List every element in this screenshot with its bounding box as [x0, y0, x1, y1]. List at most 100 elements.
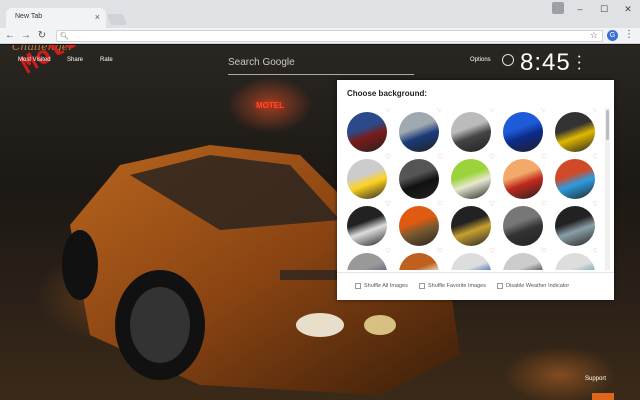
thumbnail-image[interactable]	[555, 206, 595, 246]
background-thumbnail[interactable]: ♡	[345, 153, 391, 201]
background-thumbnail[interactable]: ♡	[553, 247, 597, 270]
background-thumbnail[interactable]: ♡	[553, 200, 597, 248]
favorite-heart-icon[interactable]: ♡	[489, 247, 495, 255]
favorite-heart-icon[interactable]: ♡	[489, 200, 495, 208]
background-thumbnail[interactable]: ♡	[449, 153, 495, 201]
address-bar[interactable]: 🔍︎ ☆	[56, 30, 603, 42]
favorite-heart-icon[interactable]: ♡	[541, 108, 547, 114]
thumbnail-image[interactable]	[347, 159, 387, 199]
favorite-heart-icon[interactable]: ♡	[541, 247, 547, 255]
background-thumbnail[interactable]: ♡	[397, 108, 443, 154]
background-thumbnail[interactable]: ♡	[501, 247, 547, 270]
panel-title: Choose background:	[347, 89, 428, 98]
favorite-heart-icon[interactable]: ♡	[437, 153, 443, 161]
thumbnail-image[interactable]	[451, 159, 491, 199]
background-thumbnail[interactable]: ♡	[345, 247, 391, 270]
support-badge[interactable]	[592, 393, 614, 400]
thumbnail-image[interactable]	[451, 253, 491, 270]
motel-sign: MOTEL	[256, 101, 284, 110]
bookmark-star-icon[interactable]: ☆	[590, 30, 598, 41]
thumbnail-image[interactable]	[503, 112, 543, 152]
thumbnail-image[interactable]	[503, 206, 543, 246]
favorite-heart-icon[interactable]: ♡	[489, 108, 495, 114]
thumbnail-image[interactable]	[399, 159, 439, 199]
tab-close-icon[interactable]: ×	[95, 12, 100, 22]
favorite-heart-icon[interactable]: ♡	[385, 200, 391, 208]
browser-menu-icon[interactable]: ⋮	[624, 29, 634, 40]
browser-tab[interactable]: New Tab ×	[6, 8, 106, 28]
forward-arrow-icon[interactable]: →	[20, 29, 32, 42]
thumbnail-image[interactable]	[399, 112, 439, 152]
search-input[interactable]: Search Google	[228, 55, 414, 75]
clock-time: 8:45	[520, 49, 571, 76]
share-link[interactable]: Share	[67, 57, 83, 63]
options-link[interactable]: Options	[470, 57, 491, 63]
shuffle-favorite-checkbox[interactable]: Shuffle Favorite Images	[419, 283, 486, 289]
new-tab-button[interactable]	[106, 14, 128, 25]
thumbnail-image[interactable]	[347, 206, 387, 246]
back-arrow-icon[interactable]: ←	[4, 29, 16, 42]
disable-weather-checkbox[interactable]: Disable Weather Indicator	[497, 283, 569, 289]
favorite-heart-icon[interactable]: ♡	[437, 108, 443, 114]
user-profile-icon[interactable]	[552, 2, 564, 14]
thumbnail-image[interactable]	[555, 112, 595, 152]
most-visited-link[interactable]: Most Visited	[18, 57, 51, 63]
favorite-heart-icon[interactable]: ♡	[541, 153, 547, 161]
favorite-heart-icon[interactable]: ♡	[593, 153, 597, 161]
background-thumbnail[interactable]: ♡	[345, 200, 391, 248]
favorite-heart-icon[interactable]: ♡	[385, 247, 391, 255]
background-thumbnail[interactable]: ♡	[501, 200, 547, 248]
background-thumbnail[interactable]: ♡	[449, 247, 495, 270]
close-window-button[interactable]: ✕	[616, 0, 640, 18]
background-thumbnail[interactable]: ♡	[397, 200, 443, 248]
background-thumbnail[interactable]: ♡	[553, 153, 597, 201]
panel-footer: Shuffle All Images Shuffle Favorite Imag…	[337, 272, 614, 300]
thumbnail-image[interactable]	[451, 206, 491, 246]
favorite-heart-icon[interactable]: ♡	[437, 200, 443, 208]
tab-title: New Tab	[15, 13, 43, 20]
favorite-heart-icon[interactable]: ♡	[385, 108, 391, 114]
maximize-button[interactable]: ☐	[592, 0, 616, 18]
thumbnail-image[interactable]	[399, 206, 439, 246]
thumbnail-image[interactable]	[555, 253, 595, 270]
thumbnail-image[interactable]	[347, 112, 387, 152]
thumbnail-image[interactable]	[503, 159, 543, 199]
support-link[interactable]: Support	[585, 376, 606, 382]
shuffle-all-checkbox[interactable]: Shuffle All Images	[355, 283, 408, 289]
background-thumbnail[interactable]: ♡	[449, 200, 495, 248]
panel-scrollbar[interactable]	[605, 108, 610, 270]
background-thumbnail[interactable]: ♡	[501, 108, 547, 154]
background-thumbnail[interactable]: ♡	[553, 108, 597, 154]
background-thumbnail[interactable]: ♡	[501, 153, 547, 201]
browser-titlebar: New Tab × – ☐ ✕	[0, 0, 640, 28]
minimize-button[interactable]: –	[568, 0, 592, 18]
thumbnail-image[interactable]	[555, 159, 595, 199]
thumbnail-image[interactable]	[451, 112, 491, 152]
thumbnail-image[interactable]	[347, 253, 387, 270]
thumbnail-image[interactable]	[399, 253, 439, 270]
favorite-heart-icon[interactable]: ♡	[593, 247, 597, 255]
reload-icon[interactable]: ↻	[36, 29, 48, 42]
favorite-heart-icon[interactable]: ♡	[437, 247, 443, 255]
favorite-heart-icon[interactable]: ♡	[385, 153, 391, 161]
extension-icon[interactable]: G	[607, 30, 618, 41]
background-thumbnail[interactable]: ♡	[397, 247, 443, 270]
checkbox-box[interactable]	[355, 283, 361, 289]
favorite-heart-icon[interactable]: ♡	[593, 200, 597, 208]
favorite-heart-icon[interactable]: ♡	[541, 200, 547, 208]
favorite-heart-icon[interactable]: ♡	[593, 108, 597, 114]
thumbnail-grid: ♡ ♡ ♡ ♡ ♡ ♡ ♡ ♡ ♡ ♡ ♡ ♡ ♡ ♡ ♡ ♡ ♡ ♡ ♡ ♡	[345, 108, 597, 270]
scrollbar-thumb[interactable]	[606, 110, 609, 140]
background-thumbnail[interactable]: ♡	[397, 153, 443, 201]
favorite-heart-icon[interactable]: ♡	[489, 153, 495, 161]
background-thumbnail[interactable]: ♡	[449, 108, 495, 154]
checkbox-box[interactable]	[497, 283, 503, 289]
background-thumbnail[interactable]: ♡	[345, 108, 391, 154]
more-dots-icon[interactable]: • • •	[578, 54, 580, 73]
shuffle-favorite-label: Shuffle Favorite Images	[428, 283, 486, 289]
rate-link[interactable]: Rate	[100, 57, 113, 63]
thumbnail-image[interactable]	[503, 253, 543, 270]
clock-icon	[502, 54, 514, 66]
checkbox-box[interactable]	[419, 283, 425, 289]
window-controls: – ☐ ✕	[568, 0, 640, 18]
